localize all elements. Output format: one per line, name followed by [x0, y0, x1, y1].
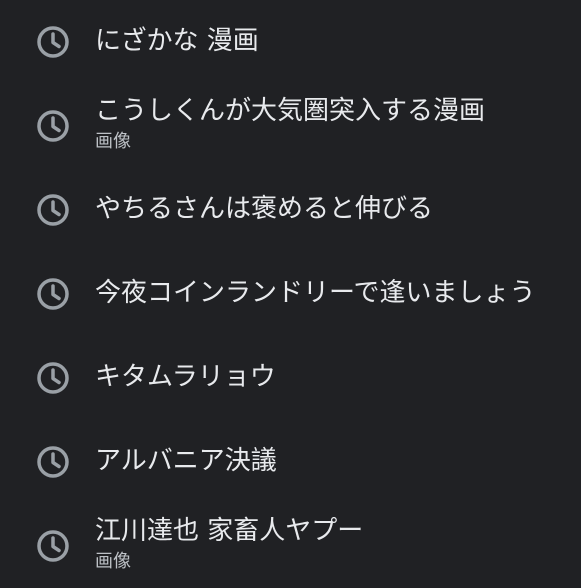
history-item[interactable]: アルバニア決議 — [0, 420, 581, 504]
history-item-title: アルバニア決議 — [95, 446, 277, 476]
clock-icon — [35, 276, 71, 312]
clock-icon — [35, 444, 71, 480]
search-history-list: にざかな 漫画 こうしくんが大気圏突入する漫画 画像 やちるさんは褒めると伸びる… — [0, 0, 581, 581]
history-item-title: にざかな 漫画 — [95, 26, 259, 56]
history-item-title: キタムラリョウ — [95, 362, 276, 392]
history-item[interactable]: やちるさんは褒めると伸びる — [0, 168, 581, 252]
history-item-subtitle: 画像 — [95, 551, 131, 572]
history-item-title: やちるさんは褒めると伸びる — [95, 194, 434, 224]
history-item[interactable]: 今夜コインランドリーで逢いましょう — [0, 252, 581, 336]
history-item[interactable]: 江川達也 家畜人ヤプー 画像 — [0, 504, 581, 588]
clock-icon — [35, 360, 71, 396]
history-item[interactable]: キタムラリョウ — [0, 336, 581, 420]
history-item[interactable]: にざかな 漫画 — [0, 0, 581, 84]
clock-icon — [35, 528, 71, 564]
history-item[interactable]: こうしくんが大気圏突入する漫画 画像 — [0, 84, 581, 168]
history-item-title: こうしくんが大気圏突入する漫画 — [95, 96, 486, 126]
history-item-title: 江川達也 家畜人ヤプー — [95, 516, 364, 546]
clock-icon — [35, 24, 71, 60]
clock-icon — [35, 108, 71, 144]
history-item-subtitle: 画像 — [95, 131, 131, 152]
history-item-title: 今夜コインランドリーで逢いましょう — [95, 278, 536, 308]
clock-icon — [35, 192, 71, 228]
